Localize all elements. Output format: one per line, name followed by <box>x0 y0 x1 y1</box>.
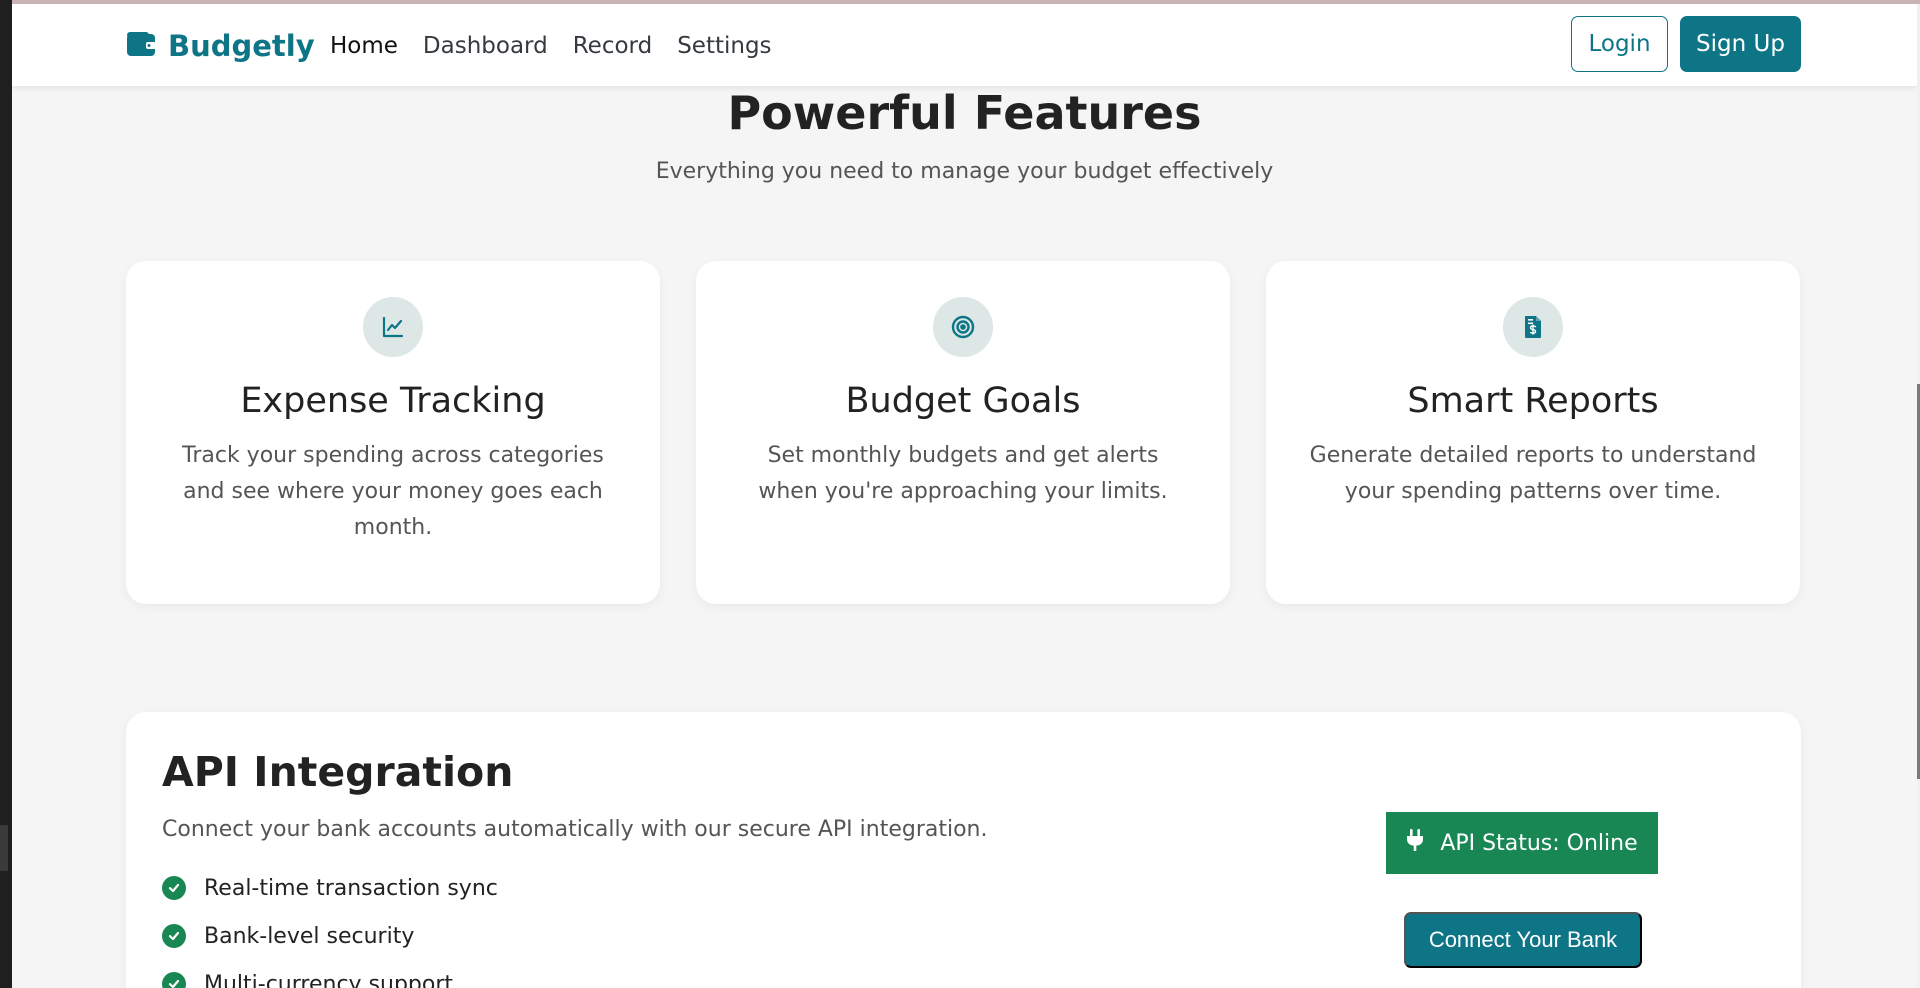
list-item-label: Bank-level security <box>204 923 415 949</box>
list-item: Multi-currency support <box>162 960 498 988</box>
feature-card-budget-goals: Budget Goals Set monthly budgets and get… <box>696 261 1230 604</box>
api-description: Connect your bank accounts automatically… <box>162 817 988 842</box>
api-status-label: API Status: Online <box>1440 830 1638 856</box>
feature-card-expense-tracking: Expense Tracking Track your spending acr… <box>126 261 660 604</box>
list-item: Bank-level security <box>162 912 498 960</box>
brand-name: Budgetly <box>168 29 315 63</box>
connect-bank-button[interactable]: Connect Your Bank <box>1404 912 1642 968</box>
card-description: Generate detailed reports to understand … <box>1309 443 1757 504</box>
api-feature-list: Real-time transaction sync Bank-level se… <box>162 864 498 988</box>
list-item: Real-time transaction sync <box>162 864 498 912</box>
card-title: Smart Reports <box>1407 381 1659 421</box>
nav-link-settings[interactable]: Settings <box>677 33 771 59</box>
target-icon <box>933 297 993 357</box>
api-status-badge: API Status: Online <box>1386 812 1658 874</box>
signup-button[interactable]: Sign Up <box>1680 16 1801 72</box>
chart-line-icon <box>363 297 423 357</box>
brand-link[interactable]: Budgetly <box>126 26 315 66</box>
nav-link-home[interactable]: Home <box>330 33 398 59</box>
invoice-dollar-icon <box>1503 297 1563 357</box>
nav-link-dashboard[interactable]: Dashboard <box>423 33 548 59</box>
navbar: Budgetly Home Dashboard Record Settings … <box>12 4 1917 86</box>
card-title: Budget Goals <box>845 381 1081 421</box>
check-circle-icon <box>162 972 186 988</box>
nav-links: Home Dashboard Record Settings <box>330 26 772 66</box>
check-circle-icon <box>162 924 186 948</box>
card-title: Expense Tracking <box>240 381 546 421</box>
feature-card-smart-reports: Smart Reports Generate detailed reports … <box>1266 261 1800 604</box>
features-subtitle: Everything you need to manage your budge… <box>655 159 1274 184</box>
page-viewport: Budgetly Home Dashboard Record Settings … <box>12 4 1917 988</box>
check-circle-icon <box>162 876 186 900</box>
features-title: Powerful Features <box>727 86 1202 140</box>
window-left-edge <box>0 0 12 988</box>
list-item-label: Multi-currency support <box>204 971 454 988</box>
edge-handle <box>0 825 8 871</box>
card-description: Set monthly budgets and get alerts when … <box>758 443 1168 504</box>
api-title: API Integration <box>162 748 514 796</box>
card-description: Track your spending across categories an… <box>182 443 604 540</box>
plug-icon <box>1406 828 1424 858</box>
nav-link-record[interactable]: Record <box>573 33 652 59</box>
login-button[interactable]: Login <box>1571 16 1668 72</box>
list-item-label: Real-time transaction sync <box>204 875 498 901</box>
wallet-icon <box>126 31 156 61</box>
api-integration-section: API Integration Connect your bank accoun… <box>126 712 1801 988</box>
